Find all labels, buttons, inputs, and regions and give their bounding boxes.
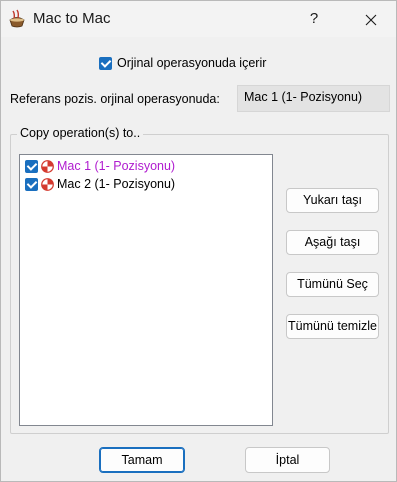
reference-position-field[interactable]: Mac 1 (1- Pozisyonu) xyxy=(237,85,390,112)
move-up-button[interactable]: Yukarı taşı xyxy=(286,188,379,213)
dialog-window: Mac to Mac ? Orjinal operasyonuda içerir… xyxy=(0,0,397,482)
move-down-button[interactable]: Aşağı taşı xyxy=(286,230,379,255)
cancel-button[interactable]: İptal xyxy=(245,447,330,473)
title-bar: Mac to Mac ? xyxy=(1,1,396,37)
pot-app-icon xyxy=(9,9,25,28)
list-item-label: Mac 2 (1- Pozisyonu) xyxy=(57,177,176,191)
target-mac-list[interactable]: Mac 1 (1- Pozisyonu) Mac 2 (1- Pozisyonu… xyxy=(19,154,273,426)
mac-target-icon xyxy=(41,178,54,191)
list-item-label: Mac 1 (1- Pozisyonu) xyxy=(57,159,176,173)
list-item-checkbox[interactable] xyxy=(25,178,38,191)
mac-target-icon xyxy=(41,160,54,173)
copy-operations-group-title: Copy operation(s) to.. xyxy=(17,126,144,140)
ok-button[interactable]: Tamam xyxy=(99,447,185,473)
close-icon xyxy=(365,14,377,26)
select-all-button[interactable]: Tümünü Seç xyxy=(286,272,379,297)
window-title: Mac to Mac xyxy=(33,10,111,27)
help-button[interactable]: ? xyxy=(301,5,327,33)
reference-position-label: Referans pozis. orjinal operasyonuda: xyxy=(10,92,220,106)
include-original-checkbox[interactable] xyxy=(99,57,112,70)
clear-all-button[interactable]: Tümünü temizle xyxy=(286,314,379,339)
include-original-label: Orjinal operasyonuda içerir xyxy=(117,56,267,70)
list-item-checkbox[interactable] xyxy=(25,160,38,173)
close-button[interactable] xyxy=(351,4,391,34)
